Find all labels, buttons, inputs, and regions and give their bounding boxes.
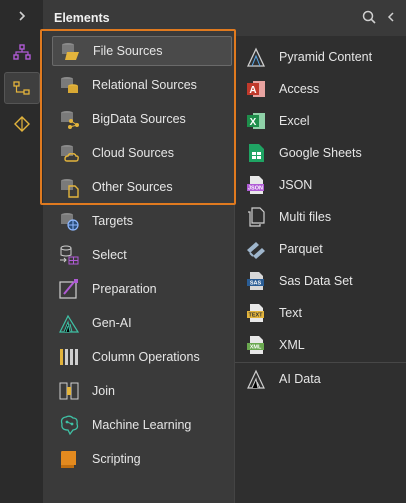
search-icon[interactable] xyxy=(362,10,376,27)
category-gen-ai[interactable]: Gen-AI xyxy=(52,308,232,338)
access-icon: A xyxy=(245,78,267,100)
relational-sources-icon xyxy=(58,74,80,96)
category-bigdata-sources[interactable]: BigData Sources xyxy=(52,104,232,134)
category-other-sources[interactable]: Other Sources xyxy=(52,172,232,202)
panel-title: Elements xyxy=(54,11,110,25)
text-file-icon: TEXT xyxy=(245,302,267,324)
divider xyxy=(235,362,406,363)
google-sheets-icon xyxy=(245,142,267,164)
source-pyramid-content[interactable]: Pyramid Content xyxy=(243,43,403,71)
source-multi-files[interactable]: Multi files xyxy=(243,203,403,231)
left-rail xyxy=(0,0,44,503)
file-sources-icon xyxy=(59,40,81,62)
source-list: Pyramid Content A Access X Excel Google … xyxy=(234,36,406,503)
collapse-chevron-icon[interactable] xyxy=(386,10,396,26)
source-json[interactable]: JSON JSON xyxy=(243,171,403,199)
source-ai-data[interactable]: AI Data xyxy=(243,365,403,393)
targets-icon xyxy=(58,210,80,232)
diamond-split-icon[interactable] xyxy=(4,108,40,140)
source-access[interactable]: A Access xyxy=(243,75,403,103)
column-operations-icon xyxy=(58,346,80,368)
source-google-sheets[interactable]: Google Sheets xyxy=(243,139,403,167)
category-select[interactable]: Select xyxy=(52,240,232,270)
category-preparation[interactable]: Preparation xyxy=(52,274,232,304)
preparation-icon xyxy=(58,278,80,300)
hierarchy-icon[interactable] xyxy=(4,36,40,68)
scripting-icon xyxy=(58,448,80,470)
source-sas-data-set[interactable]: SAS Sas Data Set xyxy=(243,267,403,295)
cloud-sources-icon xyxy=(58,142,80,164)
flow-diagram-icon[interactable] xyxy=(3,72,40,104)
category-machine-learning[interactable]: Machine Learning xyxy=(52,410,232,440)
other-sources-icon xyxy=(58,176,80,198)
category-relational-sources[interactable]: Relational Sources xyxy=(52,70,232,100)
svg-text:X: X xyxy=(250,117,257,128)
category-scripting[interactable]: Scripting xyxy=(52,444,232,474)
svg-text:XML: XML xyxy=(250,345,262,351)
category-targets[interactable]: Targets xyxy=(52,206,232,236)
multi-files-icon xyxy=(245,206,267,228)
gen-ai-icon xyxy=(58,312,80,334)
category-join[interactable]: Join xyxy=(52,376,232,406)
excel-icon: X xyxy=(245,110,267,132)
svg-text:A: A xyxy=(249,85,256,96)
category-list: File Sources Relational Sources BigData … xyxy=(44,36,234,503)
select-icon xyxy=(58,244,80,266)
svg-text:TEXT: TEXT xyxy=(248,313,263,319)
pyramid-content-icon xyxy=(245,46,267,68)
sas-data-set-icon: SAS xyxy=(245,270,267,292)
source-excel[interactable]: X Excel xyxy=(243,107,403,135)
xml-icon: XML xyxy=(245,334,267,356)
source-parquet[interactable]: Parquet xyxy=(243,235,403,263)
ai-data-icon xyxy=(245,368,267,390)
join-icon xyxy=(58,380,80,402)
machine-learning-icon xyxy=(58,414,80,436)
source-xml[interactable]: XML XML xyxy=(243,331,403,359)
category-column-operations[interactable]: Column Operations xyxy=(52,342,232,372)
json-icon: JSON xyxy=(245,174,267,196)
source-text[interactable]: TEXT Text xyxy=(243,299,403,327)
bigdata-sources-icon xyxy=(58,108,80,130)
panel-header: Elements xyxy=(44,0,406,36)
category-file-sources[interactable]: File Sources xyxy=(52,36,232,66)
svg-text:SAS: SAS xyxy=(250,281,262,287)
svg-text:JSON: JSON xyxy=(248,186,263,192)
expand-chevron-icon[interactable] xyxy=(0,0,43,32)
parquet-icon xyxy=(245,238,267,260)
category-cloud-sources[interactable]: Cloud Sources xyxy=(52,138,232,168)
